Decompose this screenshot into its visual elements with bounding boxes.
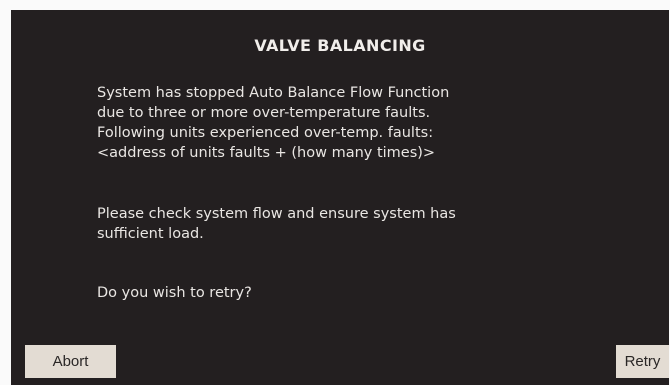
dialog-title: VALVE BALANCING bbox=[254, 36, 426, 55]
message-line: Following units experienced over-temp. f… bbox=[97, 125, 434, 141]
message-line: System has stopped Auto Balance Flow Fun… bbox=[97, 85, 450, 101]
valve-balancing-dialog: VALVE BALANCING System has stopped Auto … bbox=[11, 10, 669, 385]
message-line: due to three or more over-temperature fa… bbox=[97, 105, 431, 121]
retry-button[interactable]: Retry bbox=[616, 345, 669, 378]
retry-question: Do you wish to retry? bbox=[97, 285, 252, 301]
fault-message: System has stopped Auto Balance Flow Fun… bbox=[97, 83, 567, 163]
check-line: Please check system flow and ensure syst… bbox=[97, 206, 456, 222]
message-line: <address of units faults + (how many tim… bbox=[97, 145, 436, 161]
abort-button[interactable]: Abort bbox=[25, 345, 116, 378]
check-line: sufficient load. bbox=[97, 226, 204, 242]
check-flow-message: Please check system flow and ensure syst… bbox=[97, 204, 567, 244]
